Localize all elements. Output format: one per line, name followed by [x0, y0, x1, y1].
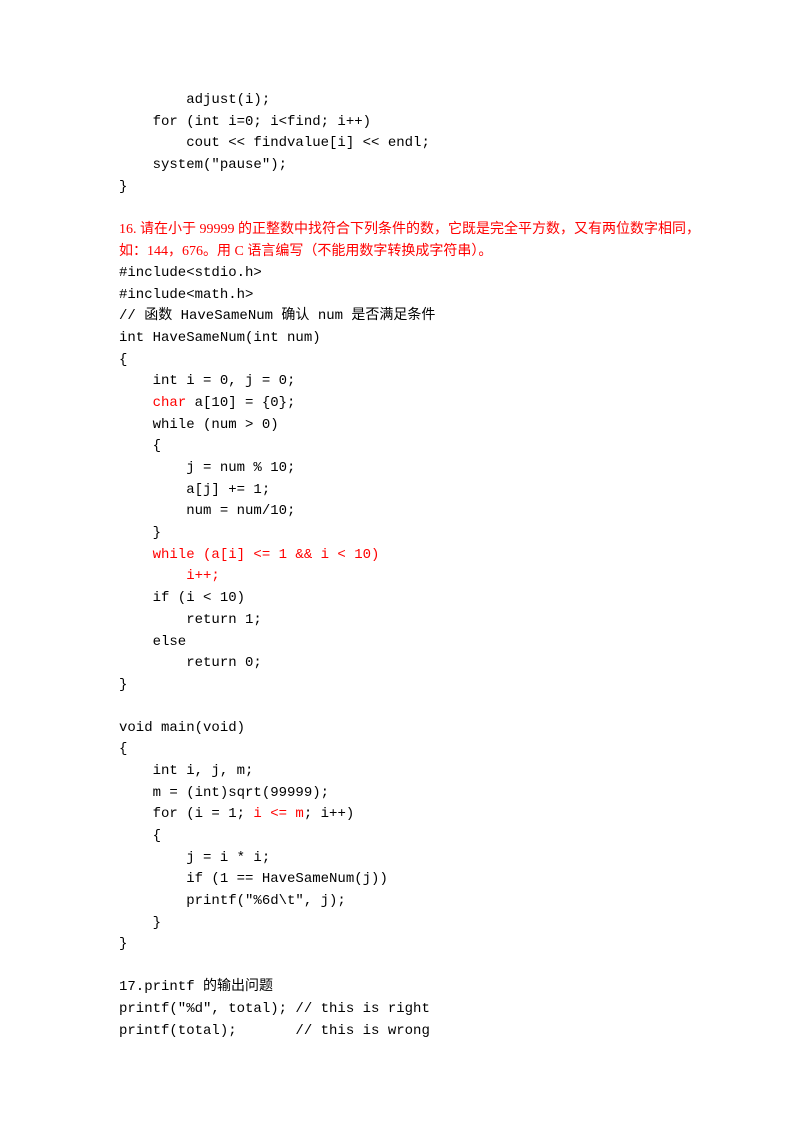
code-line: printf(total); // this is wrong	[119, 1021, 704, 1043]
code-line: num = num/10;	[119, 501, 704, 523]
code-line: 17.printf 的输出问题	[119, 977, 704, 999]
code-line: }	[119, 934, 704, 956]
code-line: else	[119, 632, 704, 654]
code-line: j = num % 10;	[119, 458, 704, 480]
code-line: if (1 == HaveSameNum(j))	[119, 869, 704, 891]
code-line: char a[10] = {0};	[119, 393, 704, 415]
code-line: return 0;	[119, 653, 704, 675]
code-segment: for (i = 1;	[119, 806, 253, 822]
code-line: adjust(i);	[119, 90, 704, 112]
blank-line	[119, 198, 704, 219]
code-segment: char	[153, 395, 187, 411]
code-line: for (i = 1; i <= m; i++)	[119, 804, 704, 826]
code-segment: i <= m	[253, 806, 303, 822]
document-page: adjust(i); for (int i=0; i<find; i++) co…	[0, 0, 794, 1123]
code-line: j = i * i;	[119, 848, 704, 870]
code-line: }	[119, 523, 704, 545]
code-line: a[j] += 1;	[119, 480, 704, 502]
code-line: }	[119, 177, 704, 199]
code-line: printf("%6d\t", j);	[119, 891, 704, 913]
code-line: printf("%d", total); // this is right	[119, 999, 704, 1021]
problem-statement: 16. 请在小于 99999 的正整数中找符合下列条件的数，它既是完全平方数，又…	[119, 219, 704, 262]
code-line: {	[119, 739, 704, 761]
code-line: {	[119, 436, 704, 458]
code-line: int i = 0, j = 0;	[119, 371, 704, 393]
code-line: {	[119, 826, 704, 848]
code-line: while (num > 0)	[119, 415, 704, 437]
code-line: if (i < 10)	[119, 588, 704, 610]
code-line: #include<stdio.h>	[119, 263, 704, 285]
code-segment: a[10] = {0};	[186, 395, 295, 411]
code-line: }	[119, 913, 704, 935]
code-line: return 1;	[119, 610, 704, 632]
code-line: i++;	[119, 566, 704, 588]
code-line: while (a[i] <= 1 && i < 10)	[119, 545, 704, 567]
code-line: system("pause");	[119, 155, 704, 177]
code-line: #include<math.h>	[119, 285, 704, 307]
code-line: int i, j, m;	[119, 761, 704, 783]
code-line: }	[119, 675, 704, 697]
code-segment	[119, 395, 153, 411]
blank-line	[119, 956, 704, 977]
code-line: for (int i=0; i<find; i++)	[119, 112, 704, 134]
code-line: int HaveSameNum(int num)	[119, 328, 704, 350]
code-line: // 函数 HaveSameNum 确认 num 是否满足条件	[119, 306, 704, 328]
code-line: cout << findvalue[i] << endl;	[119, 133, 704, 155]
code-line: {	[119, 350, 704, 372]
blank-line	[119, 697, 704, 718]
code-segment: ; i++)	[304, 806, 354, 822]
code-line: void main(void)	[119, 718, 704, 740]
code-line: m = (int)sqrt(99999);	[119, 783, 704, 805]
